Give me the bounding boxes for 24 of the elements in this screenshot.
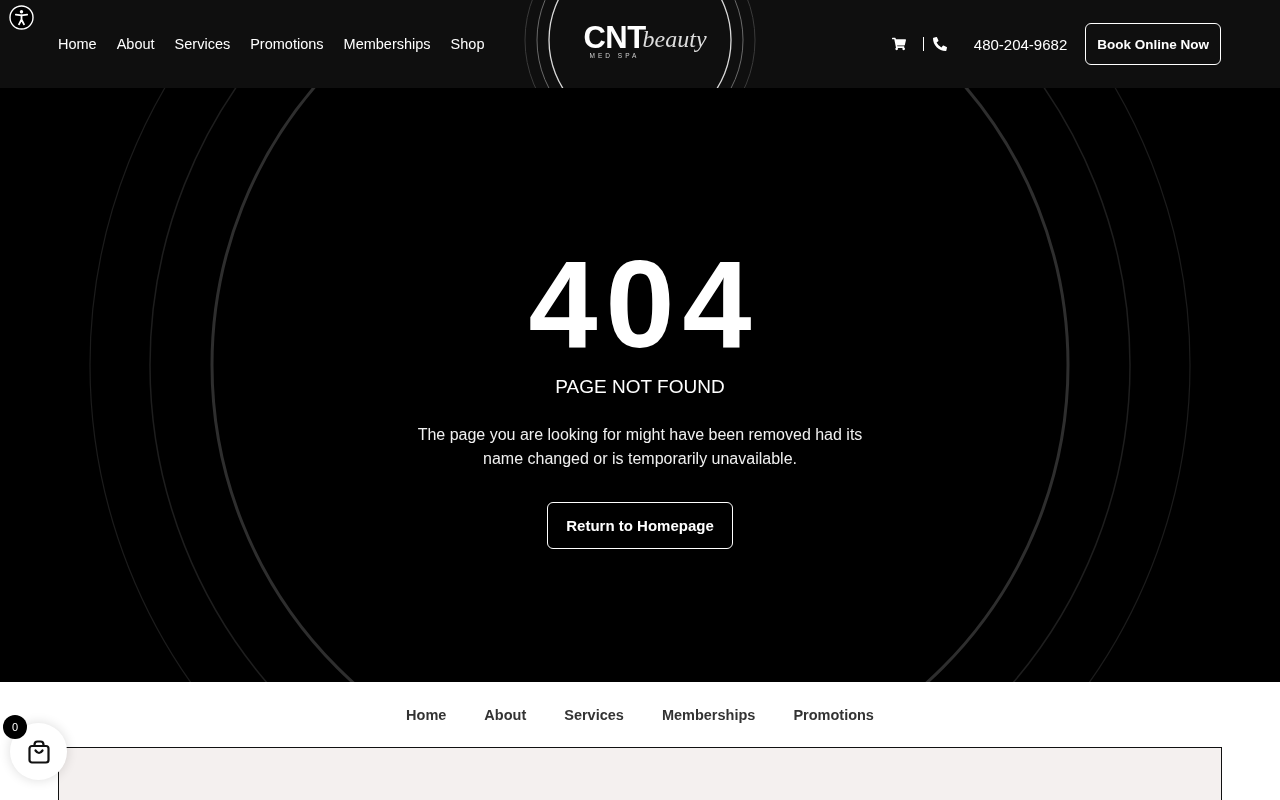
nav-link[interactable]: Home xyxy=(58,36,97,52)
phone-number: 480-204-9682 xyxy=(973,35,1068,53)
cart-button[interactable] xyxy=(10,723,67,780)
accessibility-icon xyxy=(9,5,34,30)
footer-nav-link[interactable]: Promotions xyxy=(793,706,874,723)
bag-icon xyxy=(25,738,52,765)
footer-nav-link[interactable]: Services xyxy=(564,706,624,723)
footer-nav-link[interactable]: Memberships xyxy=(661,706,756,723)
error-code: 404 xyxy=(527,242,760,366)
accessibility-button[interactable] xyxy=(9,5,34,30)
cart-count-badge: 0 xyxy=(3,715,27,739)
error-title: PAGE NOT FOUND xyxy=(555,375,725,398)
book-online-button[interactable]: Book Online Now xyxy=(1085,23,1221,65)
nav-link[interactable]: Shop xyxy=(450,36,485,52)
nav-link[interactable]: Memberships xyxy=(343,36,431,52)
nav-link[interactable]: Services xyxy=(174,36,231,52)
footer-nav-link[interactable]: Home xyxy=(406,706,447,723)
footer-nav-link[interactable]: About xyxy=(484,706,527,723)
return-homepage-button[interactable]: Return to Homepage xyxy=(547,502,733,549)
nav-link[interactable]: Promotions xyxy=(250,36,324,52)
nav-link[interactable]: About xyxy=(116,36,155,52)
cart-icon[interactable] xyxy=(891,37,906,51)
phone-icon[interactable] xyxy=(932,37,947,51)
error-message: The page you are looking for might have been removed had its name changed or is temporarily unavailable. xyxy=(416,425,864,469)
